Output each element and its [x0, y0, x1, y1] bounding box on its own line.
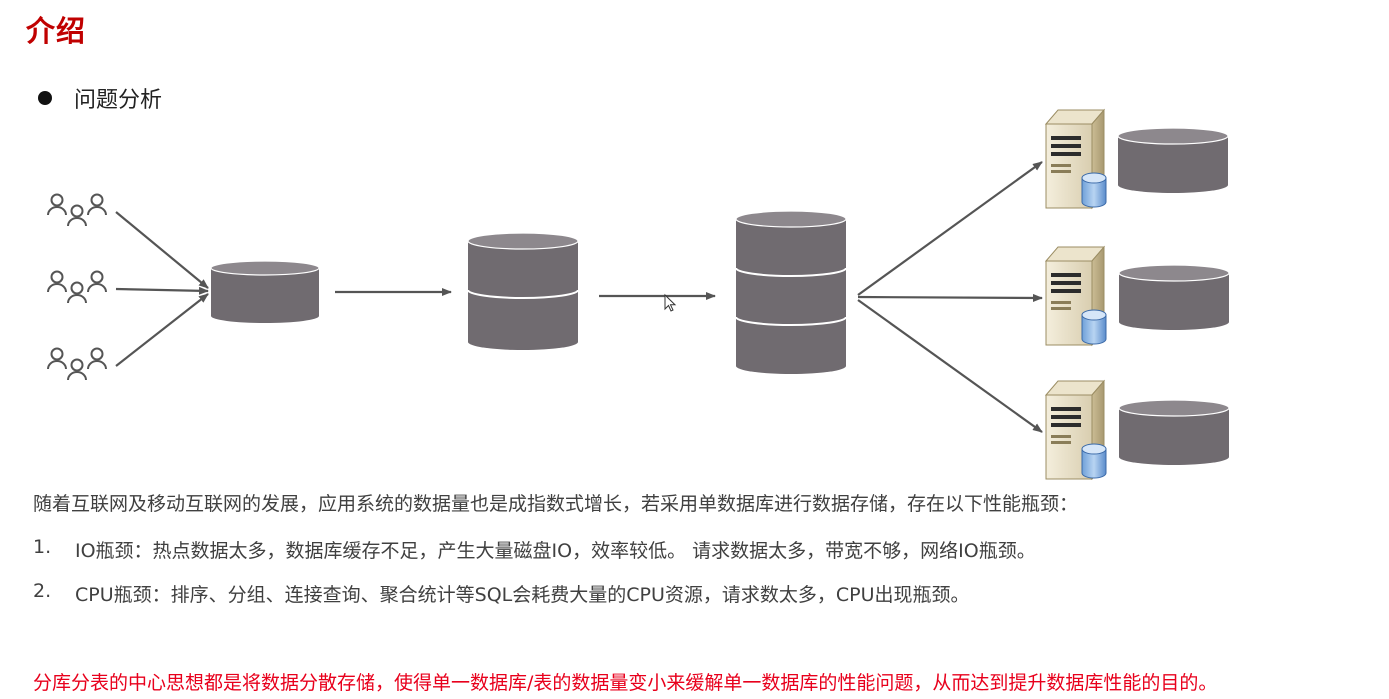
conclusion-text: 分库分表的中心思想都是将数据分散存储，使得单一数据库/表的数据量变小来缓解单一数… [33, 672, 1218, 694]
server-icon-3 [1045, 380, 1107, 480]
database-icon-double [467, 232, 579, 350]
database-icon-shard-3 [1118, 399, 1230, 465]
database-icon-single [210, 260, 320, 323]
architecture-diagram [0, 109, 1230, 480]
database-icon-shard-1 [1117, 127, 1229, 193]
list-number: 1. [33, 536, 52, 558]
list-item-io: 1. IO瓶颈：热点数据太多，数据库缓存不足，产生大量磁盘IO，效率较低。 请求… [33, 536, 1036, 563]
mouse-cursor-icon [664, 293, 677, 312]
database-icon-shard-2 [1118, 264, 1230, 330]
users-icon-top [48, 195, 106, 227]
server-icon-1 [1045, 109, 1107, 209]
list-number: 2. [33, 580, 52, 602]
users-icon-bottom [48, 349, 106, 381]
database-icon-triple [735, 210, 847, 374]
intro-text: 随着互联网及移动互联网的发展，应用系统的数据量也是成指数式增长，若采用单数据库进… [33, 493, 1079, 515]
list-text: CPU瓶颈：排序、分组、连接查询、聚合统计等SQL会耗费大量的CPU资源，请求数… [75, 584, 970, 606]
list-item-cpu: 2. CPU瓶颈：排序、分组、连接查询、聚合统计等SQL会耗费大量的CPU资源，… [33, 580, 970, 607]
users-icon-middle [48, 272, 106, 304]
list-text: IO瓶颈：热点数据太多，数据库缓存不足，产生大量磁盘IO，效率较低。 请求数据太… [75, 540, 1036, 562]
server-icon-2 [1045, 246, 1107, 346]
